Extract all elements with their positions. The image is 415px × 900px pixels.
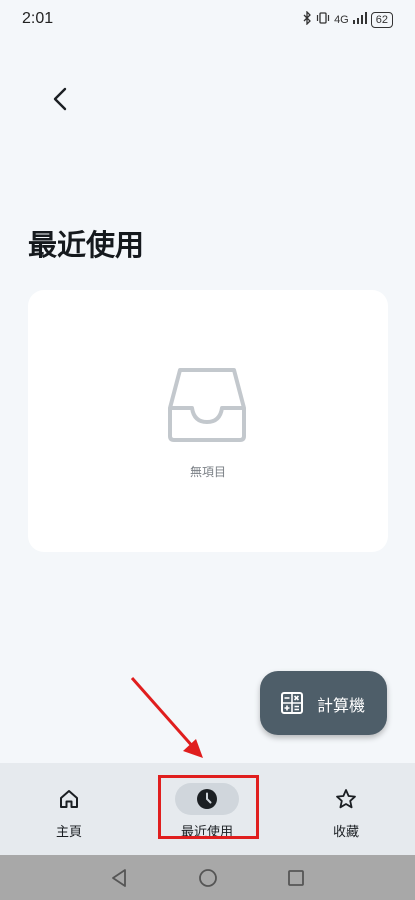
network-type: 4G [334, 13, 349, 26]
clock-icon [175, 783, 239, 815]
vibrate-icon [316, 11, 330, 28]
status-bar: 2:01 4G 62 [0, 0, 415, 40]
inbox-tray-icon [166, 364, 248, 450]
empty-state-label: 無項目 [189, 465, 226, 479]
bottom-navigation: 主頁 最近使用 收藏 [0, 763, 415, 855]
circle-home-icon[interactable] [196, 866, 220, 890]
nav-item-recent[interactable]: 最近使用 [138, 763, 276, 855]
empty-state-card: 無項目 [28, 290, 388, 552]
triangle-back-icon[interactable] [107, 866, 131, 890]
nav-label-home: 主頁 [55, 825, 82, 840]
battery-indicator: 62 [370, 11, 393, 28]
nav-item-favorites[interactable]: 收藏 [277, 763, 415, 855]
calculator-label: 計算機 [317, 696, 366, 715]
signal-icon [352, 12, 367, 27]
nav-label-recent: 最近使用 [180, 825, 233, 840]
star-icon [314, 783, 378, 815]
system-navigation-bar [0, 855, 415, 900]
nav-label-favorites: 收藏 [332, 825, 359, 840]
square-recents-icon[interactable] [284, 866, 308, 890]
bluetooth-icon [302, 10, 312, 28]
status-icons: 4G 62 [302, 10, 393, 28]
page-title: 最近使用 [28, 228, 145, 262]
calculator-button[interactable]: 計算機 [260, 671, 387, 735]
status-time: 2:01 [22, 10, 54, 27]
nav-item-home[interactable]: 主頁 [0, 763, 138, 855]
back-button[interactable] [42, 82, 80, 120]
chevron-left-icon [51, 87, 71, 115]
calculator-icon [280, 691, 304, 719]
home-icon [37, 783, 101, 815]
